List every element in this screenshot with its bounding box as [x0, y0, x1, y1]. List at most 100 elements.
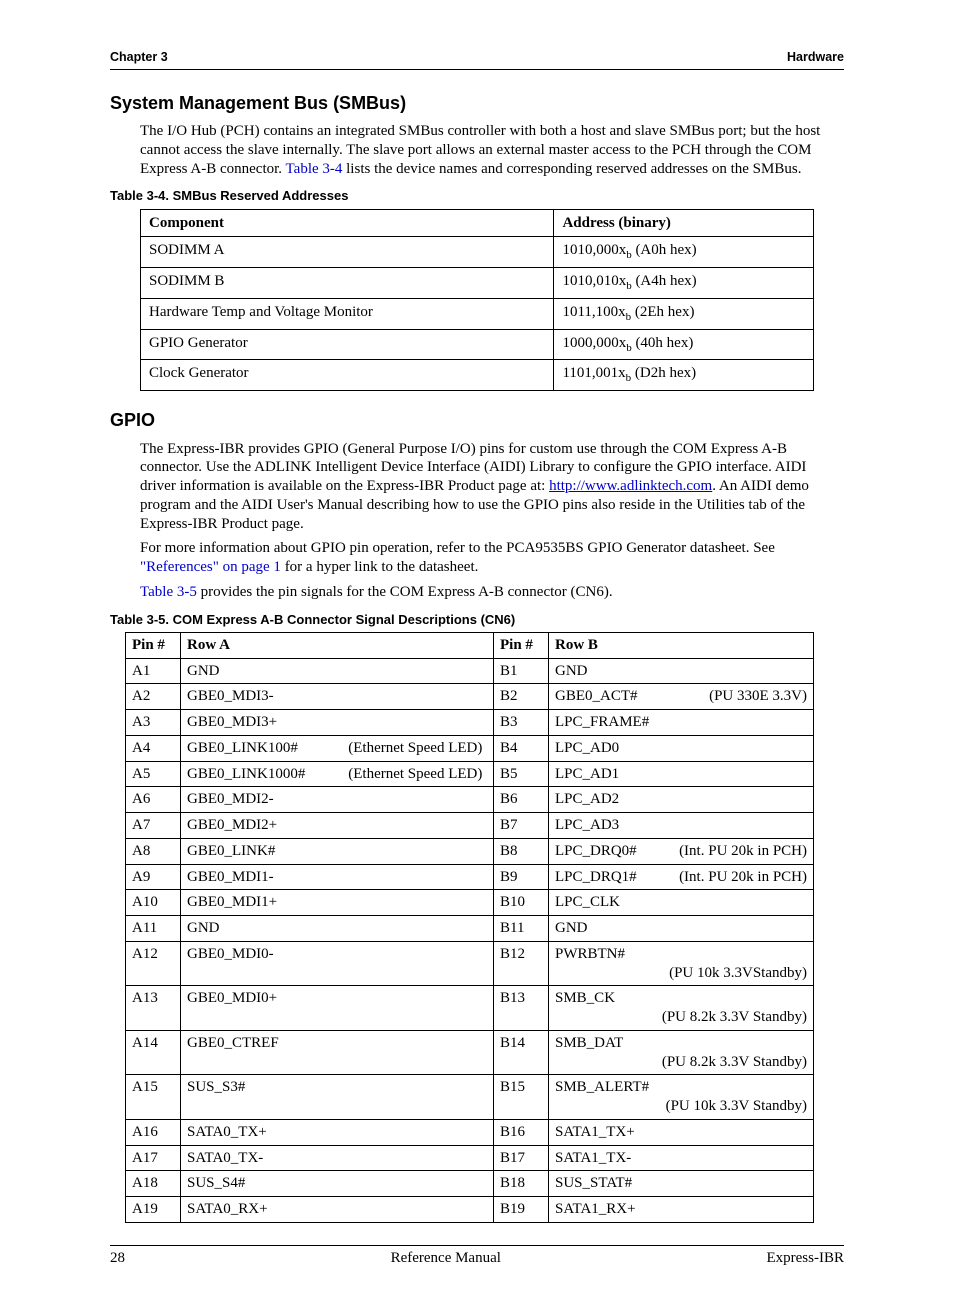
signal-a: SUS_S4# [187, 1174, 337, 1193]
table-3-5-xref[interactable]: Table 3-5 [140, 584, 197, 600]
cell-row-a: GBE0_LINK# [181, 838, 494, 864]
cell-row-a: GBE0_MDI2+ [181, 813, 494, 839]
cell-pin-a: A16 [126, 1119, 181, 1145]
pin-b: B10 [500, 894, 525, 910]
cell-address: 1010,010xb (A4h hex) [554, 268, 814, 299]
references-xref[interactable]: "References" on page 1 [140, 559, 281, 575]
adlink-url[interactable]: http://www.adlinktech.com [549, 478, 712, 494]
cell-pin-a: A7 [126, 813, 181, 839]
addr-hex: (2Eh hex) [631, 304, 694, 320]
pin-b: B17 [500, 1150, 525, 1166]
th-pin-b: Pin # [494, 632, 549, 658]
cell-row-b: GND [549, 658, 814, 684]
cell-row-a: SATA0_TX- [181, 1145, 494, 1171]
pin-a: A10 [132, 894, 158, 910]
table-row: A10GBE0_MDI1+B10LPC_CLK [126, 890, 814, 916]
signal-b: SUS_STAT# [555, 1174, 675, 1193]
footer-right: Express-IBR [766, 1249, 844, 1268]
cell-row-b: PWRBTN#(PU 10k 3.3VStandby) [549, 941, 814, 986]
table-3-4: Component Address (binary) SODIMM A1010,… [140, 209, 814, 392]
table-row: SODIMM A1010,000xb (A0h hex) [141, 237, 814, 268]
addr-hex: (A0h hex) [632, 242, 697, 258]
footer-page-number: 28 [110, 1249, 125, 1268]
cell-row-a: GND [181, 658, 494, 684]
smbus-xref[interactable]: Table 3-4 [286, 161, 343, 177]
cell-row-a: GBE0_MDI3+ [181, 710, 494, 736]
cell-component: GPIO Generator [141, 329, 554, 360]
pin-a: A6 [132, 791, 150, 807]
cell-pin-b: B15 [494, 1075, 549, 1120]
cell-pin-b: B13 [494, 986, 549, 1031]
cell-address: 1101,001xb (D2h hex) [554, 360, 814, 391]
table-row: A3GBE0_MDI3+B3LPC_FRAME# [126, 710, 814, 736]
signal-a: GBE0_MDI2- [187, 790, 337, 809]
signal-a: SATA0_TX+ [187, 1123, 337, 1142]
addr-hex: (40h hex) [632, 335, 694, 351]
table-row: A6GBE0_MDI2-B6LPC_AD2 [126, 787, 814, 813]
cell-component: SODIMM B [141, 268, 554, 299]
cell-pin-b: B16 [494, 1119, 549, 1145]
cell-row-a: GBE0_LINK100# (Ethernet Speed LED) [181, 735, 494, 761]
page-header: Chapter 3 Hardware [110, 50, 844, 70]
addr-bits: 1011,100x [562, 304, 625, 320]
cell-pin-b: B4 [494, 735, 549, 761]
cell-pin-b: B17 [494, 1145, 549, 1171]
signal-b: GND [555, 662, 675, 681]
pin-b: B19 [500, 1201, 525, 1217]
signal-b: GND [555, 919, 675, 938]
signal-b: SMB_ALERT# [555, 1078, 675, 1097]
signal-a: GBE0_MDI3+ [187, 713, 337, 732]
signal-a: GBE0_MDI3- [187, 687, 337, 706]
pin-b: B12 [500, 946, 525, 962]
cell-pin-a: A13 [126, 986, 181, 1031]
table-row: A5GBE0_LINK1000# (Ethernet Speed LED)B5L… [126, 761, 814, 787]
table-row: A4GBE0_LINK100# (Ethernet Speed LED)B4LP… [126, 735, 814, 761]
cell-row-a: GBE0_MDI1- [181, 864, 494, 890]
cell-row-a: GBE0_MDI3- [181, 684, 494, 710]
table-header-row: Pin # Row A Pin # Row B [126, 632, 814, 658]
cell-row-a: GBE0_MDI0+ [181, 986, 494, 1031]
cell-pin-b: B5 [494, 761, 549, 787]
signal-note-b: (Int. PU 20k in PCH) [679, 868, 807, 887]
addr-bits: 1101,001x [562, 365, 625, 381]
cell-pin-b: B10 [494, 890, 549, 916]
table-row: Hardware Temp and Voltage Monitor1011,10… [141, 298, 814, 329]
table-row: A8GBE0_LINK#B8LPC_DRQ0#(Int. PU 20k in P… [126, 838, 814, 864]
pin-a: A5 [132, 766, 150, 782]
cell-row-a: SATA0_TX+ [181, 1119, 494, 1145]
cell-row-b: SMB_ALERT#(PU 10k 3.3V Standby) [549, 1075, 814, 1120]
cell-pin-a: A1 [126, 658, 181, 684]
addr-hex: (D2h hex) [631, 365, 696, 381]
pin-b: B8 [500, 843, 518, 859]
pin-b: B13 [500, 990, 525, 1006]
pin-b: B15 [500, 1079, 525, 1095]
table-row: A14GBE0_CTREFB14SMB_DAT(PU 8.2k 3.3V Sta… [126, 1030, 814, 1075]
signal-note-b: (PU 8.2k 3.3V Standby) [662, 1008, 807, 1027]
signal-a: GBE0_MDI2+ [187, 816, 337, 835]
signal-a: GBE0_MDI1+ [187, 893, 337, 912]
cell-row-a: GND [181, 916, 494, 942]
table-3-5-caption: Table 3-5. COM Express A-B Connector Sig… [110, 612, 844, 628]
signal-note-b: (PU 8.2k 3.3V Standby) [662, 1053, 807, 1072]
cell-pin-a: A3 [126, 710, 181, 736]
signal-a: GBE0_LINK100# [187, 739, 337, 758]
table-row: A13GBE0_MDI0+B13SMB_CK(PU 8.2k 3.3V Stan… [126, 986, 814, 1031]
pin-b: B1 [500, 663, 518, 679]
page-footer: 28 Reference Manual Express-IBR [110, 1245, 844, 1268]
cell-row-b: LPC_AD1 [549, 761, 814, 787]
signal-a: GBE0_MDI0- [187, 945, 337, 964]
th-component: Component [141, 209, 554, 237]
cell-row-b: LPC_FRAME# [549, 710, 814, 736]
cell-pin-a: A11 [126, 916, 181, 942]
cell-pin-a: A2 [126, 684, 181, 710]
signal-a: GND [187, 662, 337, 681]
cell-row-b: SATA1_TX- [549, 1145, 814, 1171]
signal-note-b: (PU 330E 3.3V) [709, 687, 807, 706]
signal-a: GBE0_LINK# [187, 842, 337, 861]
signal-a: GND [187, 919, 337, 938]
pin-b: B2 [500, 688, 518, 704]
pin-a: A16 [132, 1124, 158, 1140]
cell-row-b: LPC_AD0 [549, 735, 814, 761]
pin-a: A17 [132, 1150, 158, 1166]
signal-note-a: (Ethernet Speed LED) [348, 765, 482, 784]
